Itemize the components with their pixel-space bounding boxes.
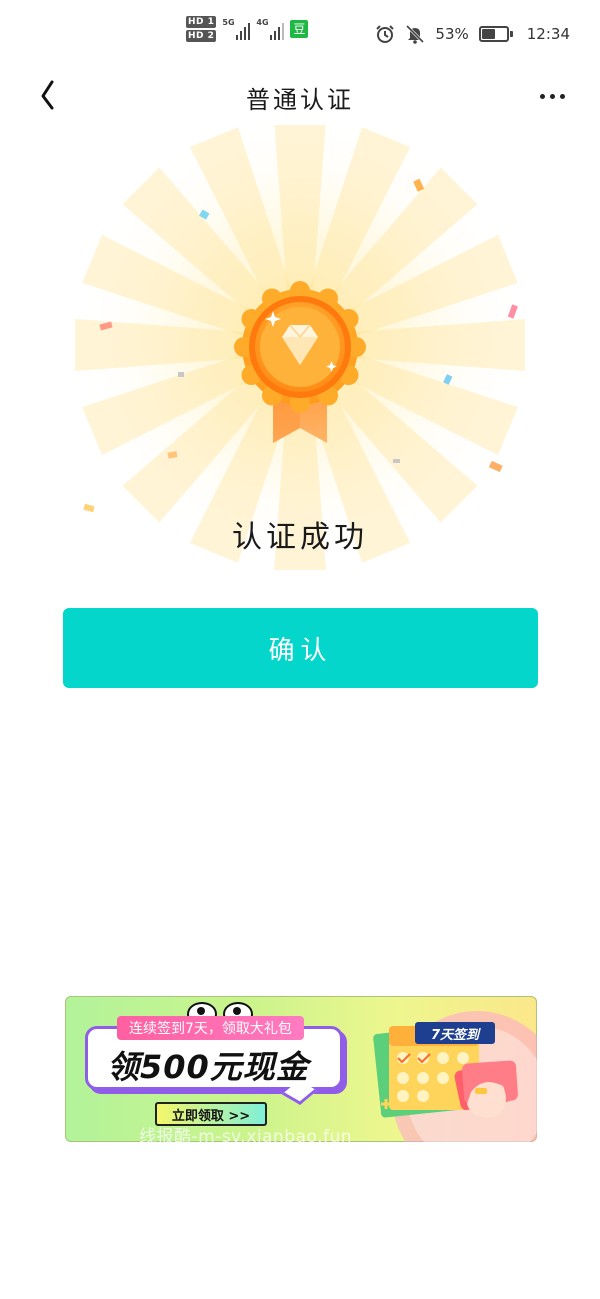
more-dots-icon <box>539 93 545 99</box>
confirm-button[interactable]: 确认 <box>63 608 538 688</box>
status-bar-right: 53% 12:34 <box>375 24 570 44</box>
battery-icon <box>478 26 513 42</box>
ad-banner[interactable]: 连续签到7天，领取大礼包 领500元现金 立即领取 >> 7天签到 线报酷-m-… <box>65 996 537 1142</box>
more-dot <box>559 93 565 99</box>
hd-badge-2: HD 2 <box>186 30 217 42</box>
watermark-text: 线报酷-m-sv.xianbao.fun <box>139 1127 353 1142</box>
ad-title: 领500元现金 <box>107 1048 309 1086</box>
alarm-icon <box>376 25 395 43</box>
hd-badges: HD 1 HD 2 <box>186 16 217 42</box>
calendar-icon <box>373 1011 537 1142</box>
nav-bar: 普通认证 <box>0 68 600 124</box>
app-notification-icon: 豆 <box>290 20 309 38</box>
more-dot <box>549 93 555 99</box>
page-title: 普通认证 <box>246 86 354 114</box>
status-bar-left: HD 1 HD 2 5G 4G 豆 <box>186 16 309 42</box>
signal-icon-2: 4G <box>256 18 285 40</box>
mute-icon <box>406 24 425 44</box>
signal-icon: 5G <box>222 18 251 40</box>
network-type-2: 4G <box>256 18 269 27</box>
status-bar: HD 1 HD 2 5G 4G 豆 53% 12:34 <box>0 0 600 68</box>
battery-fill <box>481 29 495 39</box>
network-type-1: 5G <box>222 18 235 27</box>
hd-badge-1: HD 1 <box>186 16 217 28</box>
clock: 12:34 <box>526 25 570 43</box>
ad-badge: 7天签到 <box>415 1022 495 1044</box>
battery-percent: 53% <box>435 25 469 43</box>
success-message: 认证成功 <box>232 520 368 555</box>
more-button[interactable] <box>532 76 572 116</box>
ad-subtitle: 连续签到7天，领取大礼包 <box>117 1016 304 1040</box>
